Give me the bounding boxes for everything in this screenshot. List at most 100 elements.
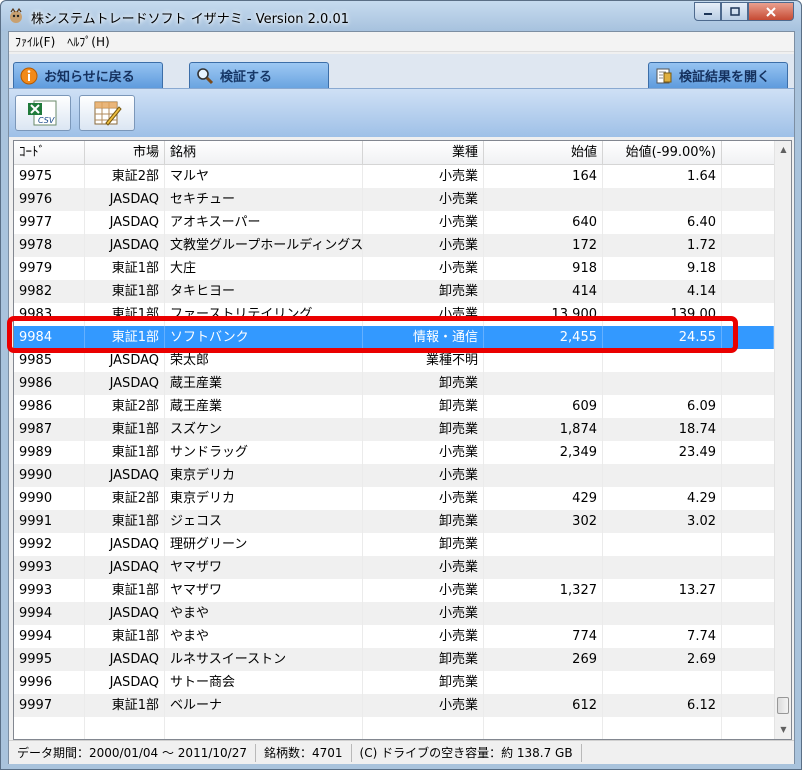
cell-filler: [722, 556, 774, 579]
scroll-down-icon[interactable]: ▼: [775, 721, 791, 738]
table-row[interactable]: 9994 JASDAQ やまや 小売業: [14, 602, 774, 625]
cell-sector: 小売業: [363, 441, 484, 464]
cell-market: JASDAQ: [85, 648, 165, 671]
cell-filler: [722, 441, 774, 464]
cell-open-adjusted: 2.69: [603, 648, 722, 671]
cell-open: [484, 556, 603, 579]
tab-open-results-label: 検証結果を開く: [679, 70, 771, 85]
status-data-period: データ期間：2000/01/04 ～ 2011/10/27: [9, 743, 256, 762]
table-row[interactable]: 9991 東証1部 ジェコス 卸売業 302 3.02: [14, 510, 774, 533]
header-name[interactable]: 銘柄: [165, 141, 363, 165]
cell-code: 9976: [14, 188, 85, 211]
status-bar: データ期間：2000/01/04 ～ 2011/10/27 銘柄数：4701 (…: [9, 740, 794, 764]
cell-code: 9990: [14, 464, 85, 487]
table-row[interactable]: 9997 東証1部 ベルーナ 小売業 612 6.12: [14, 694, 774, 717]
vertical-scrollbar[interactable]: ▲ ▼: [774, 141, 791, 739]
cell-code: 9996: [14, 671, 85, 694]
table-row[interactable]: 9979 東証1部 大庄 小売業 918 9.18: [14, 257, 774, 280]
cell-open: 269: [484, 648, 603, 671]
table-row[interactable]: 9995 JASDAQ ルネサスイーストン 卸売業 269 2.69: [14, 648, 774, 671]
table-row[interactable]: 9977 JASDAQ アオキスーパー 小売業 640 6.40: [14, 211, 774, 234]
cell-open-adjusted: 6.40: [603, 211, 722, 234]
table-body: 9975 東証2部 マルヤ 小売業 164 1.64 9976 JASDAQ セキチュー 小売業 9…: [14, 165, 774, 739]
cell-sector: 卸売業: [363, 671, 484, 694]
tab-row: お知らせに戻る 検証する 検証結果を開く: [9, 54, 794, 88]
cell-open-adjusted: [603, 671, 722, 694]
cell-open-adjusted: [603, 464, 722, 487]
menu-help[interactable]: ﾍﾙﾌﾟ(H): [61, 32, 115, 52]
header-code[interactable]: ｺｰﾄﾞ: [14, 141, 85, 165]
client-area: ﾌｧｲﾙ(F) ﾍﾙﾌﾟ(H) お知らせに戻る 検証する 検証結果を開く CSV…: [8, 31, 795, 764]
stock-table[interactable]: ｺｰﾄﾞ 市場 銘柄 業種 始値 始値(-99.00%) 9975 東証2部 マルヤ…: [13, 140, 792, 740]
table-row[interactable]: 9996 JASDAQ サトー商会 卸売業: [14, 671, 774, 694]
cell-code: 9994: [14, 625, 85, 648]
cell-sector: 小売業: [363, 464, 484, 487]
header-open-adjusted[interactable]: 始値(-99.00%): [603, 141, 722, 165]
cell-code: 9994: [14, 602, 85, 625]
table-row[interactable]: 9990 東証2部 東京デリカ 小売業 429 4.29: [14, 487, 774, 510]
cell-open: 774: [484, 625, 603, 648]
cell-filler: [722, 648, 774, 671]
table-row[interactable]: 9986 JASDAQ 蔵王産業 卸売業: [14, 372, 774, 395]
maximize-button[interactable]: [721, 2, 748, 21]
tab-verify[interactable]: 検証する: [189, 62, 329, 88]
tab-back-to-news[interactable]: お知らせに戻る: [13, 62, 163, 88]
cell-code: 9997: [14, 694, 85, 717]
table-row[interactable]: 9978 JASDAQ 文教堂グループホールディングス 小売業 172 1.72: [14, 234, 774, 257]
header-sector[interactable]: 業種: [363, 141, 484, 165]
cell-sector: 小売業: [363, 234, 484, 257]
table-row[interactable]: 9987 東証1部 スズケン 卸売業 1,874 18.74: [14, 418, 774, 441]
cell-market: JASDAQ: [85, 671, 165, 694]
cell-open-adjusted: 1.64: [603, 165, 722, 188]
cell-market: [85, 717, 165, 739]
scroll-thumb[interactable]: [777, 697, 789, 714]
cell-open: [484, 602, 603, 625]
header-open[interactable]: 始値: [484, 141, 603, 165]
table-row[interactable]: 9975 東証2部 マルヤ 小売業 164 1.64: [14, 165, 774, 188]
table-row[interactable]: 9992 JASDAQ 理研グリーン 卸売業: [14, 533, 774, 556]
scroll-up-icon[interactable]: ▲: [775, 141, 791, 158]
table-row[interactable]: 9976 JASDAQ セキチュー 小売業: [14, 188, 774, 211]
cell-market: JASDAQ: [85, 602, 165, 625]
cell-sector: 小売業: [363, 602, 484, 625]
cell-name: ベルーナ: [165, 694, 363, 717]
cell-sector: 小売業: [363, 625, 484, 648]
csv-label: CSV: [38, 116, 55, 125]
minimize-button[interactable]: [694, 2, 721, 21]
close-button[interactable]: [748, 2, 794, 21]
cell-filler: [722, 165, 774, 188]
cell-open: 172: [484, 234, 603, 257]
cell-code: 9975: [14, 165, 85, 188]
cell-sector: 卸売業: [363, 280, 484, 303]
table-row[interactable]: 9986 東証2部 蔵王産業 卸売業 609 6.09: [14, 395, 774, 418]
table-row[interactable]: 9989 東証1部 サンドラッグ 小売業 2,349 23.49: [14, 441, 774, 464]
cell-filler: [722, 257, 774, 280]
menu-bar: ﾌｧｲﾙ(F) ﾍﾙﾌﾟ(H): [9, 32, 794, 52]
cell-open-adjusted: 4.14: [603, 280, 722, 303]
header-market[interactable]: 市場: [85, 141, 165, 165]
table-row[interactable]: 9993 東証1部 ヤマザワ 小売業 1,327 13.27: [14, 579, 774, 602]
export-csv-button[interactable]: CSV: [15, 95, 71, 131]
cell-open: 302: [484, 510, 603, 533]
cell-open-adjusted: 7.74: [603, 625, 722, 648]
table-row[interactable]: 9990 JASDAQ 東京デリカ 小売業: [14, 464, 774, 487]
cell-sector: [363, 717, 484, 739]
table-row[interactable]: [14, 717, 774, 739]
cell-filler: [722, 418, 774, 441]
cell-open: 1,874: [484, 418, 603, 441]
cell-market: JASDAQ: [85, 556, 165, 579]
title-bar[interactable]: 株システムトレードソフト イザナミ - Version 2.0.01: [1, 1, 801, 31]
cell-code: 9995: [14, 648, 85, 671]
table-row[interactable]: 9993 JASDAQ ヤマザワ 小売業: [14, 556, 774, 579]
tab-open-results[interactable]: 検証結果を開く: [648, 62, 788, 88]
menu-file[interactable]: ﾌｧｲﾙ(F): [9, 32, 61, 52]
cell-name: マルヤ: [165, 165, 363, 188]
cell-filler: [722, 234, 774, 257]
table-row[interactable]: 9982 東証1部 タキヒヨー 卸売業 414 4.14: [14, 280, 774, 303]
table-edit-button[interactable]: [79, 95, 135, 131]
cell-code: 9992: [14, 533, 85, 556]
cell-open: 609: [484, 395, 603, 418]
table-row[interactable]: 9994 東証1部 やまや 小売業 774 7.74: [14, 625, 774, 648]
cell-sector: 小売業: [363, 257, 484, 280]
cell-name: 文教堂グループホールディングス: [165, 234, 363, 257]
